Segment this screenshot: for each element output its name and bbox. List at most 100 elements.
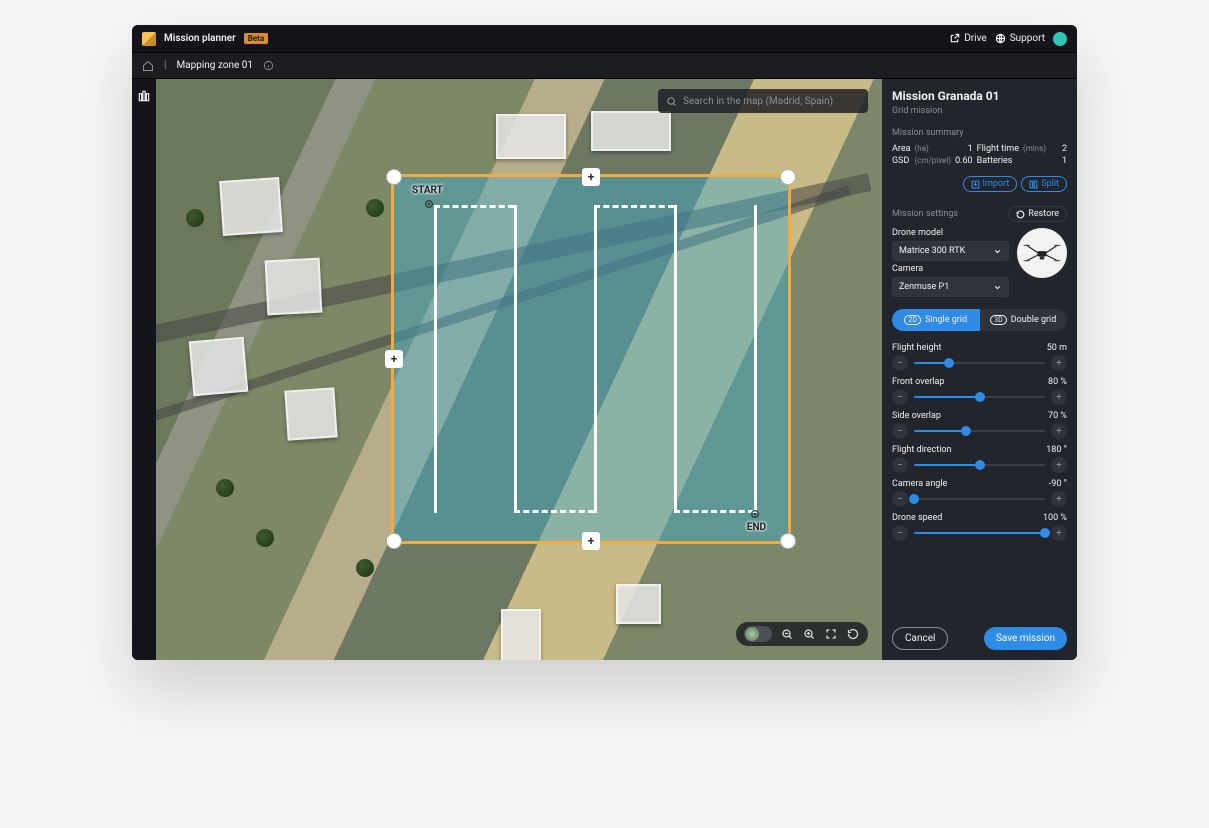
map-search[interactable]: Search in the map (Madrid, Spain)	[658, 89, 868, 113]
slider-value: 80 %	[1048, 377, 1067, 387]
side-overlap-slider: Side overlap 70 % − +	[892, 411, 1067, 439]
import-button[interactable]: Import	[963, 176, 1018, 192]
import-icon	[971, 180, 980, 189]
drive-link[interactable]: Drive	[949, 33, 986, 44]
home-icon[interactable]	[142, 60, 154, 72]
restore-button[interactable]: Restore	[1008, 206, 1067, 222]
single-grid-option[interactable]: 2D Single grid	[892, 309, 980, 331]
split-icon	[1029, 180, 1038, 189]
left-rail	[132, 79, 156, 660]
vertex-handle[interactable]	[780, 169, 796, 185]
add-vertex-button[interactable]: +	[582, 532, 600, 550]
camera-select[interactable]: Zenmuse P1	[892, 277, 1009, 297]
slider-label: Front overlap	[892, 377, 944, 387]
flight-time-label: Flight time	[977, 144, 1019, 154]
basemap-toggle[interactable]	[744, 626, 772, 642]
drone-speed-slider: Drone speed 100 % − +	[892, 513, 1067, 541]
decrement-button[interactable]: −	[892, 389, 908, 405]
increment-button[interactable]: +	[1051, 355, 1067, 371]
slider-value: 100 %	[1043, 513, 1067, 523]
mission-subtitle: Grid mission	[892, 106, 1067, 116]
beta-badge: Beta	[244, 33, 268, 44]
double-grid-option[interactable]: 3D Double grid	[980, 309, 1068, 331]
slider-track[interactable]	[914, 498, 1045, 500]
zoom-out-icon[interactable]	[780, 627, 794, 641]
cancel-button[interactable]: Cancel	[892, 627, 948, 650]
fit-icon[interactable]	[824, 627, 838, 641]
map-canvas[interactable]: Search in the map (Madrid, Spain) START …	[156, 79, 882, 660]
vertex-handle[interactable]	[386, 169, 402, 185]
increment-button[interactable]: +	[1051, 491, 1067, 507]
save-mission-button[interactable]: Save mission	[984, 627, 1067, 650]
mission-panel: Mission Granada 01 Grid mission Mission …	[882, 79, 1077, 660]
mission-title: Mission Granada 01	[892, 89, 1067, 103]
breadcrumb-text[interactable]: Mapping zone 01	[176, 60, 253, 71]
batteries-value: 1	[1050, 156, 1067, 166]
gsd-label: GSD	[892, 156, 911, 166]
slider-value: 180 °	[1046, 445, 1067, 455]
gsd-value: 0.60	[955, 156, 973, 166]
increment-button[interactable]: +	[1051, 457, 1067, 473]
slider-value: -90 °	[1049, 479, 1067, 489]
split-button[interactable]: Split	[1021, 176, 1067, 192]
breadcrumb-bar: | Mapping zone 01	[132, 53, 1077, 79]
grid-type-toggle: 2D Single grid 3D Double grid	[892, 309, 1067, 331]
area-label: Area	[892, 144, 911, 154]
add-vertex-button[interactable]: +	[582, 168, 600, 186]
vertex-handle[interactable]	[780, 533, 796, 549]
layers-icon[interactable]	[137, 89, 151, 103]
recenter-icon[interactable]	[846, 627, 860, 641]
drive-label: Drive	[964, 33, 986, 44]
breadcrumb-sep: |	[164, 60, 166, 71]
summary-grid: Area (ha) 1 Flight time (mins) 2 GSD (cm…	[892, 144, 1067, 166]
map-controls	[736, 622, 868, 646]
increment-button[interactable]: +	[1051, 389, 1067, 405]
decrement-button[interactable]: −	[892, 457, 908, 473]
slider-track[interactable]	[914, 430, 1045, 432]
support-label: Support	[1010, 33, 1045, 44]
slider-track[interactable]	[914, 532, 1045, 534]
increment-button[interactable]: +	[1051, 525, 1067, 541]
end-label: END	[747, 522, 766, 533]
user-avatar[interactable]	[1053, 32, 1067, 46]
app-title: Mission planner	[164, 33, 236, 44]
front-overlap-slider: Front overlap 80 % − +	[892, 377, 1067, 405]
drone-icon	[1023, 238, 1061, 268]
search-icon	[666, 96, 677, 107]
mission-polygon[interactable]: START END + + +	[391, 174, 791, 544]
area-value: 1	[955, 144, 973, 154]
end-marker-icon	[750, 509, 760, 519]
zoom-in-icon[interactable]	[802, 627, 816, 641]
slider-value: 70 %	[1048, 411, 1067, 421]
flight-height-slider: Flight height50 m−+	[892, 343, 1067, 371]
slider-track[interactable]	[914, 464, 1045, 466]
chevron-down-icon	[993, 247, 1002, 256]
top-bar: Mission planner Beta Drive Support	[132, 25, 1077, 53]
drone-model-select[interactable]: Matrice 300 RTK	[892, 241, 1009, 261]
decrement-button[interactable]: −	[892, 525, 908, 541]
decrement-button[interactable]: −	[892, 491, 908, 507]
decrement-button[interactable]: −	[892, 423, 908, 439]
app-window: Mission planner Beta Drive Support | Map…	[132, 25, 1077, 660]
info-icon[interactable]	[263, 60, 274, 71]
slider-track[interactable]	[914, 396, 1045, 398]
batteries-label: Batteries	[977, 156, 1019, 166]
globe-icon	[995, 33, 1006, 44]
slider-label: Side overlap	[892, 411, 941, 421]
decrement-button[interactable]: −	[892, 355, 908, 371]
slider-label: Flight direction	[892, 445, 952, 455]
drone-model-label: Drone model	[892, 228, 1009, 238]
slider-track[interactable]	[914, 362, 1045, 364]
camera-label: Camera	[892, 264, 1009, 274]
slider-label: Drone speed	[892, 513, 942, 523]
increment-button[interactable]: +	[1051, 423, 1067, 439]
camera-angle-slider: Camera angle-90 °−+	[892, 479, 1067, 507]
search-placeholder: Search in the map (Madrid, Spain)	[683, 96, 833, 107]
support-link[interactable]: Support	[995, 33, 1045, 44]
add-vertex-button[interactable]: +	[385, 350, 403, 368]
restore-icon	[1016, 210, 1025, 219]
flight-time-value: 2	[1050, 144, 1067, 154]
chevron-down-icon	[993, 283, 1002, 292]
vertex-handle[interactable]	[386, 533, 402, 549]
app-logo	[142, 32, 156, 46]
